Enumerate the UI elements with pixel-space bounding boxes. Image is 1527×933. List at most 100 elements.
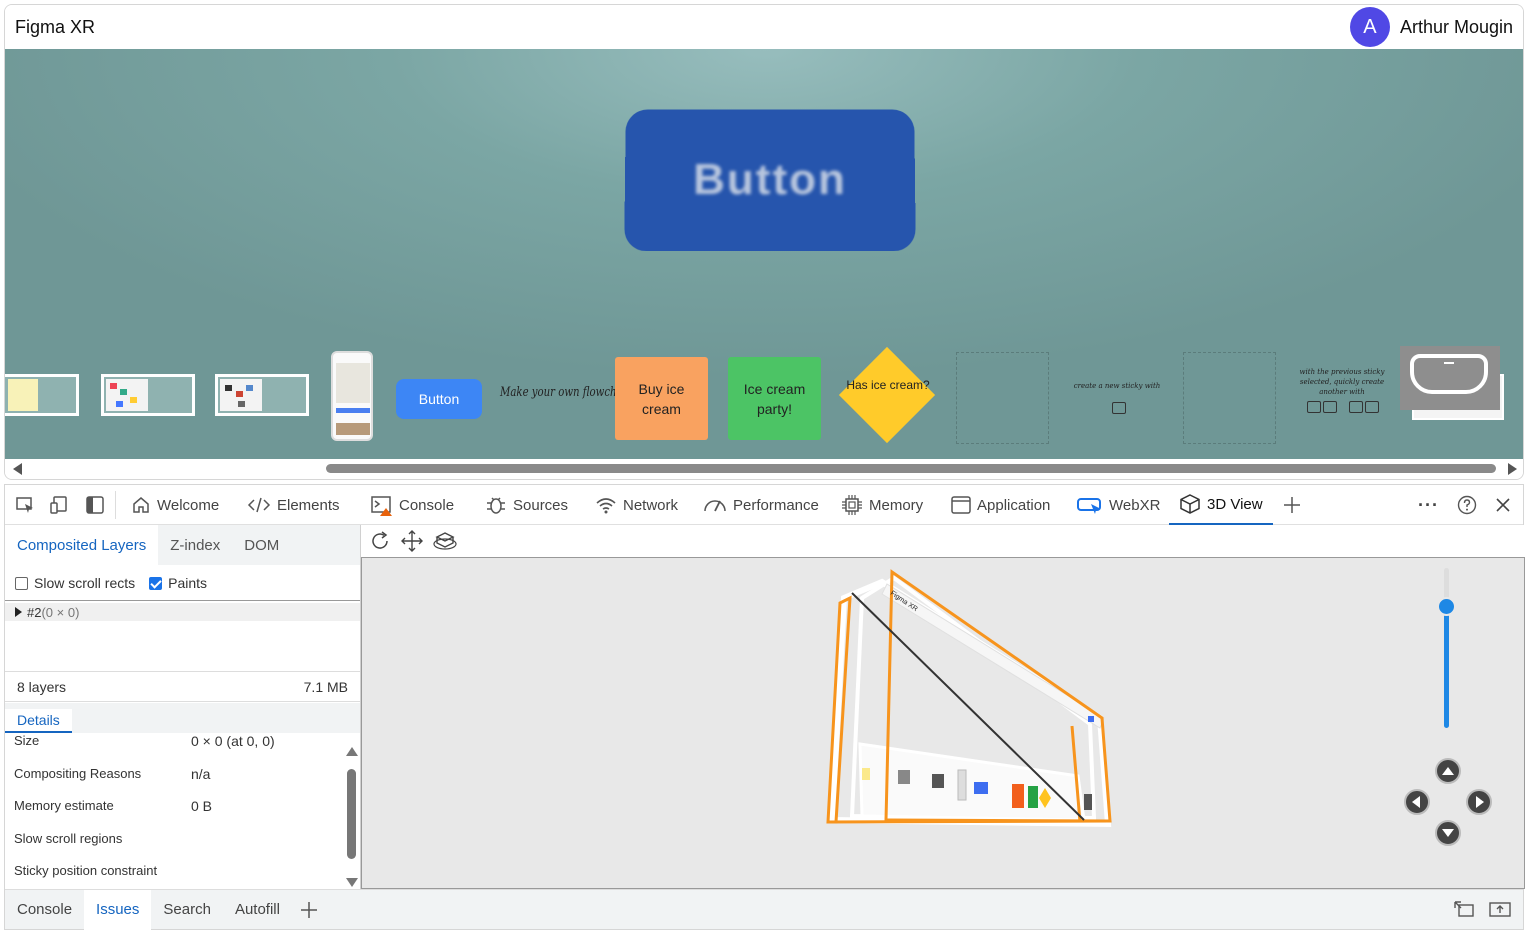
- code-icon: [247, 497, 271, 513]
- sticky-note-green[interactable]: Ice cream party!: [728, 357, 821, 440]
- duplicate-hint-text: with the previous sticky selected, quick…: [1299, 368, 1385, 396]
- pan-down-icon[interactable]: [1435, 820, 1461, 846]
- tab-console[interactable]: Console: [371, 485, 454, 525]
- pan-right-icon[interactable]: [1466, 789, 1492, 815]
- decision-label: Has ice cream?: [846, 378, 930, 392]
- xr-canvas[interactable]: Button Button Make your own flowchart Bu…: [5, 49, 1523, 459]
- scroll-thumb[interactable]: [326, 464, 1496, 473]
- drawer-tab-console[interactable]: Console: [5, 890, 84, 930]
- layer-options: Slow scroll rects Paints: [5, 565, 360, 601]
- help-icon[interactable]: [1457, 495, 1477, 515]
- tab-memory[interactable]: Memory: [841, 485, 923, 525]
- empty-placeholder[interactable]: [1183, 352, 1276, 444]
- drawer-tab-autofill[interactable]: Autofill: [223, 890, 292, 930]
- detail-value: 0 × 0 (at 0, 0): [191, 733, 275, 749]
- devtools-tabbar: Welcome Elements Console Sources Network…: [5, 485, 1523, 525]
- app-header: Figma XR A Arthur Mougin: [5, 5, 1523, 49]
- subtab-dom[interactable]: DOM: [232, 525, 291, 565]
- detail-value: n/a: [191, 766, 211, 782]
- add-tab-icon[interactable]: [1283, 496, 1301, 514]
- user-menu[interactable]: A Arthur Mougin: [1349, 7, 1513, 47]
- detail-label: Slow scroll regions: [14, 831, 123, 846]
- pan-left-icon[interactable]: [1404, 789, 1430, 815]
- layers-subtabs: Composited Layers Z-index DOM: [5, 525, 360, 565]
- board-thumbnail[interactable]: [5, 374, 79, 416]
- scroll-thumb[interactable]: [347, 769, 356, 859]
- sticky-note-orange[interactable]: Buy ice cream: [615, 357, 708, 440]
- scroll-up-icon[interactable]: [346, 747, 358, 756]
- device-toggle-icon[interactable]: [49, 495, 69, 515]
- vr-headset-icon[interactable]: [1400, 346, 1500, 410]
- mini-thumb: [898, 770, 910, 784]
- reset-view-icon[interactable]: [369, 530, 391, 552]
- pan-up-icon[interactable]: [1435, 758, 1461, 784]
- pan-mode-icon[interactable]: [401, 530, 423, 552]
- add-drawer-tab-icon[interactable]: [300, 901, 318, 919]
- tab-performance[interactable]: Performance: [703, 485, 819, 525]
- tab-welcome[interactable]: Welcome: [131, 485, 219, 525]
- paints-option[interactable]: Paints: [149, 575, 207, 591]
- layer-count: 8 layers: [17, 678, 67, 695]
- tab-sources[interactable]: Sources: [485, 485, 568, 525]
- scroll-down-icon[interactable]: [346, 878, 358, 887]
- console-icon: [371, 496, 392, 516]
- mini-thumb: [1028, 786, 1038, 808]
- details-scrollbar[interactable]: [346, 747, 358, 887]
- paints-checkbox[interactable]: [149, 576, 163, 590]
- board-thumbnail[interactable]: [215, 374, 309, 416]
- detail-label: Sticky position constraint: [14, 863, 158, 878]
- phone-mockup[interactable]: [331, 351, 373, 441]
- zoom-slider-knob[interactable]: [1437, 597, 1456, 616]
- board-thumbnail[interactable]: [101, 374, 195, 416]
- flowchart-heading[interactable]: Make your own flowchart: [500, 385, 632, 400]
- home-icon: [133, 497, 149, 513]
- 3d-viewport[interactable]: Figma XR: [361, 557, 1525, 889]
- layer-scene[interactable]: Figma XR: [362, 558, 1524, 888]
- drawer-tab-search[interactable]: Search: [151, 890, 223, 930]
- detail-label: Size: [14, 733, 40, 748]
- gauge-icon: [704, 500, 726, 512]
- slow-scroll-option[interactable]: Slow scroll rects: [15, 575, 135, 591]
- detail-value: 0 B: [191, 798, 213, 814]
- expand-arrow-icon[interactable]: [15, 607, 22, 617]
- shortcut-key: [1365, 401, 1379, 413]
- empty-placeholder[interactable]: [956, 352, 1049, 444]
- zoom-slider-fill: [1444, 606, 1449, 728]
- dock-icon[interactable]: [85, 495, 105, 515]
- preview-button[interactable]: Button: [624, 109, 916, 252]
- bug-icon: [487, 497, 505, 514]
- drawer-tabbar: Console Issues Search Autofill: [5, 889, 1523, 930]
- drawer-tab-issues[interactable]: Issues: [84, 889, 152, 930]
- avatar[interactable]: A: [1349, 7, 1390, 47]
- dock-drawer-icon[interactable]: [1453, 900, 1475, 918]
- chip-icon: [842, 495, 862, 515]
- tab-3d-view[interactable]: 3D View: [1169, 485, 1273, 525]
- tab-network[interactable]: Network: [595, 485, 678, 525]
- user-name: Arthur Mougin: [1399, 16, 1513, 37]
- undock-drawer-icon[interactable]: [1489, 900, 1511, 918]
- tab-webxr[interactable]: WebXR: [1077, 485, 1160, 525]
- slow-scroll-checkbox[interactable]: [15, 576, 28, 590]
- shortcut-key: [1349, 401, 1363, 413]
- more-options-icon[interactable]: ···: [1418, 495, 1439, 516]
- inspect-icon[interactable]: [15, 495, 35, 515]
- tab-details[interactable]: Details: [5, 709, 72, 733]
- mini-thumb: [1084, 794, 1092, 810]
- rotate-mode-icon[interactable]: [433, 530, 457, 552]
- button-component[interactable]: Button: [396, 379, 482, 419]
- close-icon[interactable]: [1495, 497, 1511, 513]
- tab-elements[interactable]: Elements: [247, 485, 340, 525]
- subtab-z-index[interactable]: Z-index: [158, 525, 232, 565]
- tab-application[interactable]: Application: [951, 485, 1050, 525]
- subtab-composited-layers[interactable]: Composited Layers: [5, 525, 159, 565]
- horizontal-scrollbar[interactable]: [5, 459, 1523, 479]
- layer-tree-row[interactable]: #2 (0 × 0): [5, 603, 360, 621]
- mini-thumb: [957, 769, 967, 801]
- wifi-icon: [596, 498, 616, 514]
- devtools-panel: Welcome Elements Console Sources Network…: [4, 484, 1525, 930]
- details-table: Size 0 × 0 (at 0, 0) Compositing Reasons…: [5, 733, 360, 889]
- decision-diamond[interactable]: [838, 346, 936, 444]
- scroll-right-icon[interactable]: [1508, 463, 1517, 475]
- scroll-left-icon[interactable]: [13, 463, 22, 475]
- mini-thumb: [974, 782, 988, 794]
